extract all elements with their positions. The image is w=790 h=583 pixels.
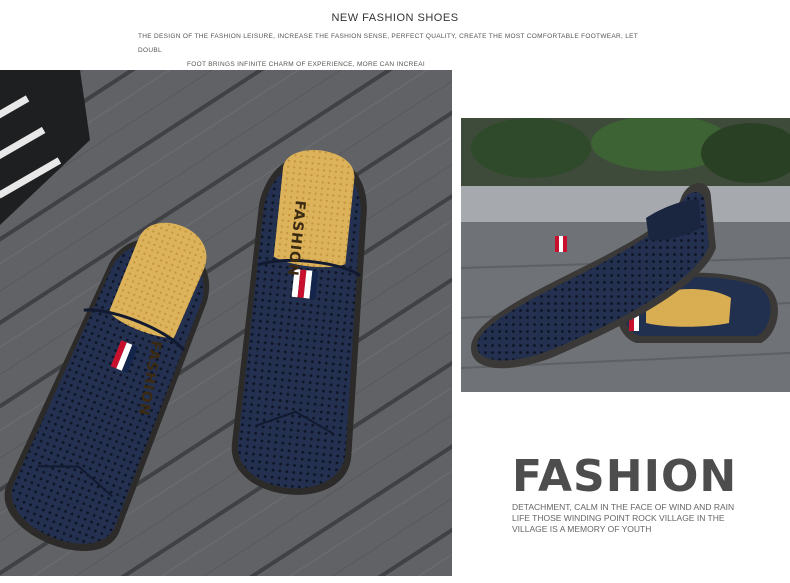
shoes-side-view-illustration — [461, 118, 790, 392]
header-description-line-1: THE DESIGN OF THE FASHION LEISURE, INCRE… — [138, 33, 638, 54]
fashion-description-line-3: VILLAGE IS A MEMORY OF YOUTH — [512, 524, 652, 534]
fashion-heading: FASHION — [512, 451, 738, 502]
page-title: NEW FASHION SHOES — [331, 12, 459, 24]
tricolor-tab-side — [555, 236, 567, 252]
fashion-description: DETACHMENT, CALM IN THE FACE OF WIND AND… — [512, 502, 742, 535]
shoes-top-view-photo: FASHION FASHION — [0, 70, 452, 576]
shoes-top-view-illustration: FASHION FASHION — [0, 70, 452, 576]
fashion-feature: FASHION DETACHMENT, CALM IN THE FACE OF … — [512, 455, 772, 535]
fashion-description-line-2: LIFE THOSE WINDING POINT ROCK VILLAGE IN… — [512, 513, 725, 523]
fashion-description-line-1: DETACHMENT, CALM IN THE FACE OF WIND AND… — [512, 502, 735, 512]
shoes-side-view-photo — [461, 118, 790, 392]
header-description: THE DESIGN OF THE FASHION LEISURE, INCRE… — [138, 30, 658, 72]
